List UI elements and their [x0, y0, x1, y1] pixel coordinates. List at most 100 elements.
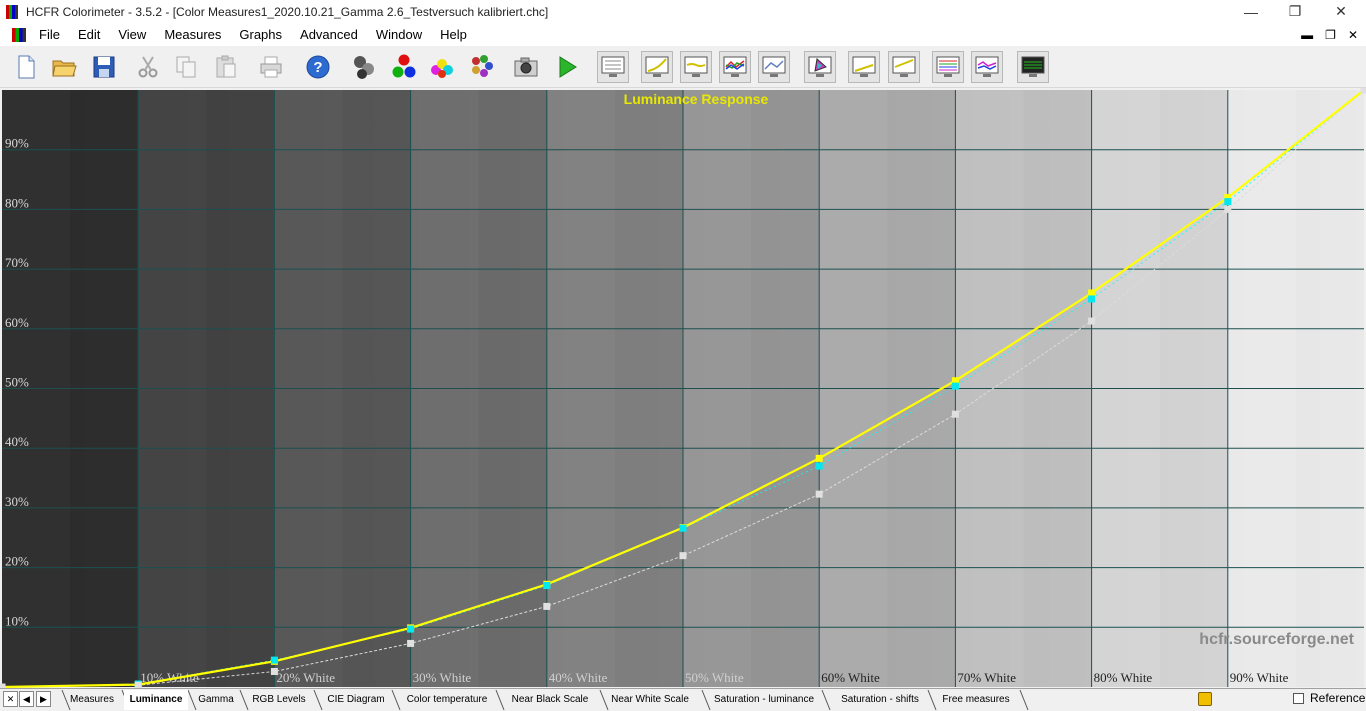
series-point [1224, 205, 1232, 213]
cut-icon[interactable] [132, 51, 164, 83]
menu-bar: File Edit View Measures Graphs Advanced … [0, 23, 1366, 46]
menu-help[interactable]: Help [431, 23, 476, 46]
tab-nav-first-button[interactable]: ✕ [3, 691, 18, 707]
y-tick-label: 20% [5, 554, 29, 569]
saturation-luminance-icon[interactable] [932, 51, 964, 83]
tab-rgb-levels[interactable]: RGB Levels [246, 690, 312, 710]
tab-separator [391, 689, 401, 711]
help-icon[interactable]: ? [302, 51, 334, 83]
x-tick-label: 90% White [1230, 670, 1289, 685]
series-point [1360, 86, 1366, 94]
title-bar: HCFR Colorimeter - 3.5.2 - [Color Measur… [0, 0, 1366, 23]
series-point [951, 382, 959, 390]
y-tick-label: 50% [5, 375, 29, 390]
color-palette-icon[interactable] [466, 51, 498, 83]
cie-diagram-icon[interactable] [804, 51, 836, 83]
y-tick-label: 80% [5, 195, 29, 210]
tab-measures[interactable]: Measures [64, 690, 120, 710]
window-title: HCFR Colorimeter - 3.5.2 - [Color Measur… [26, 4, 549, 19]
tab-separator [821, 689, 831, 711]
saturation-shifts-icon[interactable] [971, 51, 1003, 83]
color-temp-graph-icon[interactable] [758, 51, 790, 83]
menu-measures[interactable]: Measures [155, 23, 230, 46]
tab-near-black-scale[interactable]: Near Black Scale [504, 690, 596, 710]
new-file-icon[interactable] [10, 51, 42, 83]
tab-nav-next-button[interactable]: ▶ [36, 691, 51, 707]
rgb-levels-icon[interactable] [719, 51, 751, 83]
sensor-icon[interactable] [348, 51, 380, 83]
mdi-controls: ▬ ❐ ✕ [1301, 23, 1358, 46]
menu-advanced[interactable]: Advanced [291, 23, 367, 46]
x-tick-label: 70% White [957, 670, 1016, 685]
series-point [815, 462, 823, 470]
svg-text:?: ? [313, 59, 322, 76]
reference-label: Reference [1310, 691, 1366, 705]
menu-window[interactable]: Window [367, 23, 431, 46]
series-point [543, 602, 551, 610]
menu-view[interactable]: View [109, 23, 155, 46]
view-tab-bar: ✕ ◀ ▶ Measures Luminance Gamma RGB Level… [0, 688, 1366, 711]
status-indicator-icon [1198, 692, 1212, 706]
rgb-primaries-icon[interactable] [388, 51, 420, 83]
app-logo-icon [6, 4, 18, 19]
y-tick-label: 30% [5, 494, 29, 509]
y-tick-label: 10% [5, 613, 29, 628]
series-point [407, 639, 415, 647]
paste-icon[interactable] [210, 51, 242, 83]
y-tick-label: 70% [5, 255, 29, 270]
free-measures-icon[interactable] [1017, 51, 1049, 83]
series-point [1088, 289, 1096, 297]
series-point [270, 667, 278, 675]
save-icon[interactable] [88, 51, 120, 83]
mdi-restore-button[interactable]: ❐ [1325, 28, 1336, 42]
series-point [1088, 295, 1096, 303]
x-tick-label: 80% White [1094, 670, 1153, 685]
x-tick-label: 50% White [685, 670, 744, 685]
document-icon[interactable] [12, 27, 26, 42]
mdi-close-button[interactable]: ✕ [1348, 28, 1358, 42]
tab-separator [1019, 689, 1029, 711]
x-axis-ticks: 10% White 20% White 30% White 40% White 50% … [140, 670, 1288, 685]
tab-color-temperature[interactable]: Color temperature [400, 690, 494, 710]
menu-file[interactable]: File [30, 23, 69, 46]
tab-near-white-scale[interactable]: Near White Scale [604, 690, 696, 710]
reference-checkbox[interactable] [1293, 693, 1304, 704]
secondary-colors-icon[interactable] [426, 51, 458, 83]
near-white-icon[interactable] [888, 51, 920, 83]
watermark-text: hcfr.sourceforge.net [1199, 631, 1354, 648]
x-tick-label: 30% White [413, 670, 472, 685]
x-tick-label: 40% White [549, 670, 608, 685]
luminance-graph-icon[interactable] [641, 51, 673, 83]
print-icon[interactable] [255, 51, 287, 83]
tab-nav-prev-button[interactable]: ◀ [19, 691, 34, 707]
tab-saturation-shifts[interactable]: Saturation - shifts [832, 690, 928, 710]
open-folder-icon[interactable] [48, 51, 80, 83]
tab-free-measures[interactable]: Free measures [936, 690, 1016, 710]
series-point [1088, 317, 1096, 325]
play-icon[interactable] [551, 51, 583, 83]
copy-icon[interactable] [170, 51, 202, 83]
y-tick-label: 60% [5, 315, 29, 330]
menu-edit[interactable]: Edit [69, 23, 109, 46]
tab-cie-diagram[interactable]: CIE Diagram [320, 690, 392, 710]
series-point [407, 625, 415, 633]
measures-view-icon[interactable] [597, 51, 629, 83]
y-tick-label: 90% [5, 136, 29, 151]
camera-icon[interactable] [510, 51, 542, 83]
gamma-graph-icon[interactable] [680, 51, 712, 83]
y-tick-label: 40% [5, 434, 29, 449]
series-point [543, 582, 551, 590]
close-button[interactable]: ✕ [1318, 0, 1364, 23]
mdi-minimize-button[interactable]: ▬ [1301, 28, 1313, 42]
near-black-icon[interactable] [848, 51, 880, 83]
menu-graphs[interactable]: Graphs [230, 23, 291, 46]
restore-button[interactable]: ❐ [1272, 0, 1318, 23]
series-point [1224, 198, 1232, 206]
toolbar: ? [0, 46, 1366, 88]
series-point [951, 410, 959, 418]
tab-luminance[interactable]: Luminance [124, 690, 188, 710]
tab-saturation-luminance[interactable]: Saturation - luminance [708, 690, 820, 710]
tab-gamma[interactable]: Gamma [194, 690, 238, 710]
tab-separator [495, 689, 505, 711]
minimize-button[interactable]: — [1228, 0, 1274, 23]
